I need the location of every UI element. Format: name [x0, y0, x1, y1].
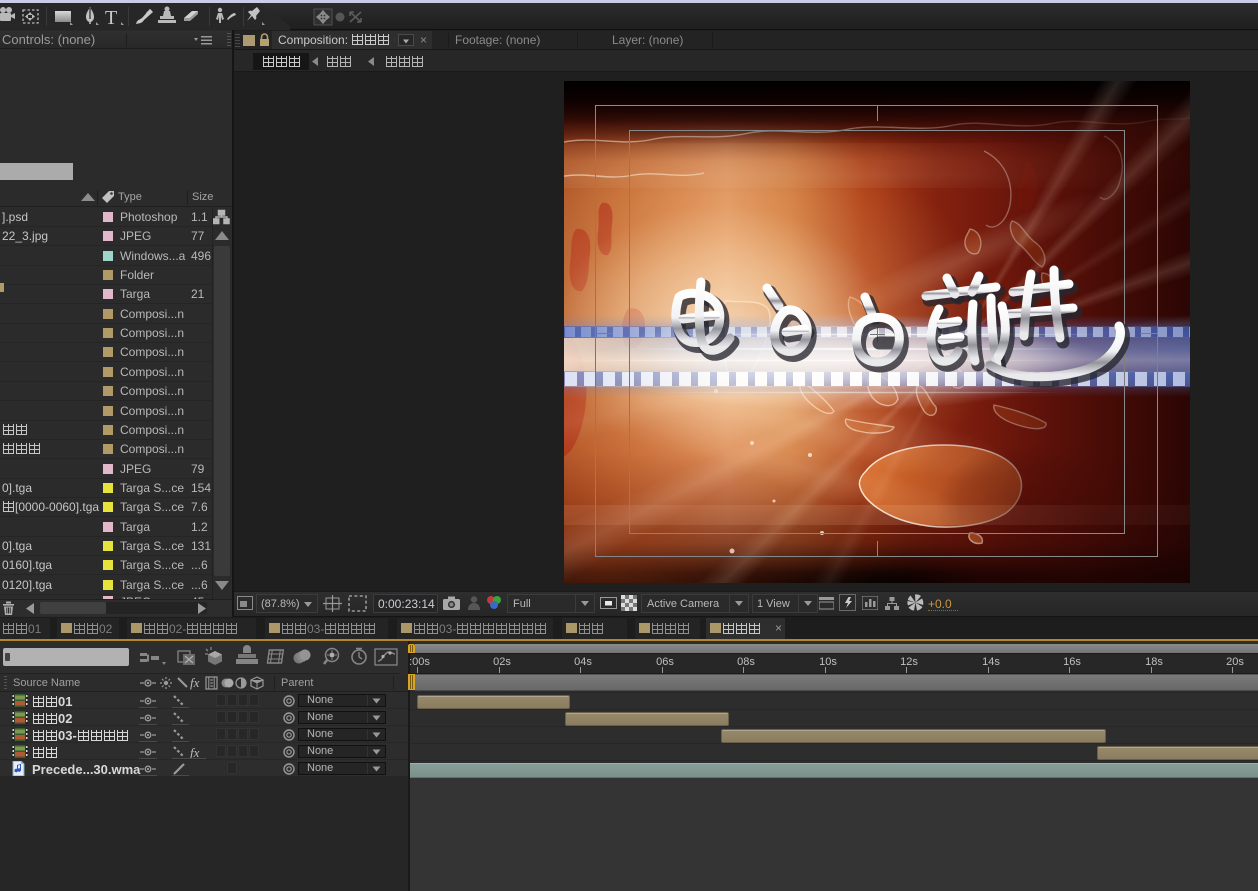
svg-text:fx: fx: [190, 676, 200, 690]
svg-text:fx: fx: [190, 746, 200, 758]
svg-text:T: T: [105, 7, 117, 29]
